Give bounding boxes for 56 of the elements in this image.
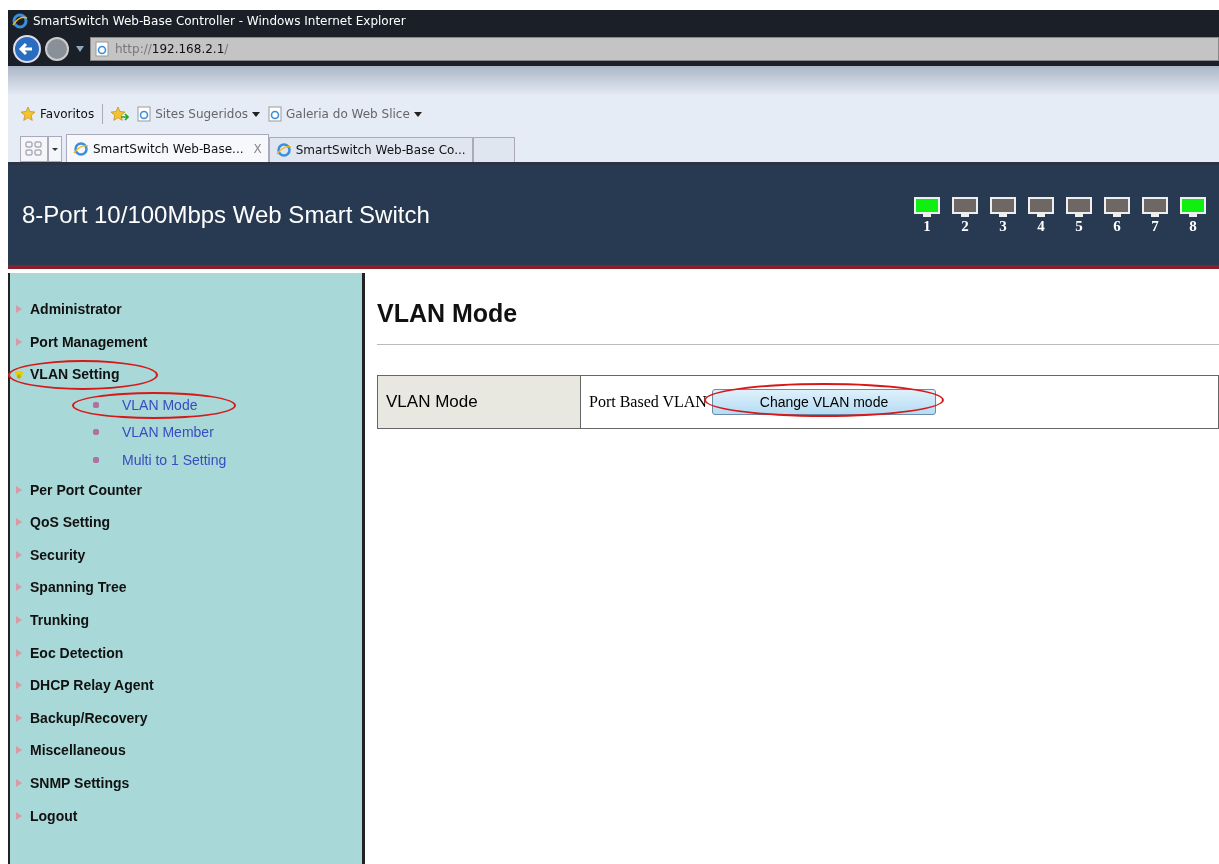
favorites-button[interactable]: Favoritos — [20, 106, 95, 122]
switch-title: 8-Port 10/100Mbps Web Smart Switch — [21, 201, 430, 229]
sidebar-item[interactable]: Backup/Recovery — [30, 709, 148, 726]
port-number: 1 — [923, 217, 931, 234]
page-icon — [268, 106, 282, 122]
port-number: 4 — [1037, 217, 1045, 234]
page-icon — [95, 41, 109, 57]
add-favorite-icon[interactable] — [111, 106, 130, 122]
forward-button[interactable] — [44, 36, 70, 62]
sidebar-item[interactable]: SNMP Settings — [30, 774, 130, 791]
port-number: 6 — [1113, 217, 1121, 234]
port-number: 8 — [1189, 217, 1197, 234]
port-number: 5 — [1075, 217, 1083, 234]
sidebar-item[interactable]: Port Management — [30, 333, 148, 350]
browser-tab[interactable]: SmartSwitch Web-Base Co... — [268, 137, 473, 162]
browser-logo-icon — [12, 13, 28, 29]
caret-icon — [252, 111, 260, 117]
favorite-link[interactable]: Galeria do Web Slice — [268, 106, 422, 122]
address-bar[interactable]: http://192.168.2.1/ — [90, 37, 1219, 61]
sidebar-item[interactable]: Spanning Tree — [30, 579, 127, 596]
sidebar-item[interactable]: QoS Setting — [30, 514, 111, 531]
quick-tabs-icon[interactable] — [20, 136, 48, 162]
sidebar-subitem[interactable]: VLAN Member — [122, 424, 214, 441]
port-number: 2 — [961, 217, 969, 234]
sidebar-item[interactable]: Logout — [30, 807, 78, 824]
page-heading: VLAN Mode — [377, 299, 519, 328]
sidebar-item[interactable]: DHCP Relay Agent — [30, 677, 154, 694]
new-tab-button[interactable] — [472, 137, 515, 162]
port-number: 7 — [1151, 217, 1159, 234]
tab-list-dropdown-icon[interactable] — [48, 136, 62, 162]
sidebar-item[interactable]: VLAN Setting — [30, 366, 120, 383]
bullet-icon — [92, 400, 100, 409]
sidebar-item[interactable]: Administrator — [30, 301, 122, 318]
port-number: 3 — [999, 217, 1007, 234]
sidebar-item[interactable]: Miscellaneous — [30, 742, 126, 759]
caret-icon — [413, 111, 422, 117]
sidebar-item[interactable]: Trunking — [30, 611, 90, 628]
sidebar-item[interactable]: Eoc Detection — [30, 644, 124, 661]
change-mode-button[interactable]: Change VLAN mode — [712, 389, 936, 415]
page-icon — [137, 106, 152, 122]
favorite-link[interactable]: Sites Sugeridos — [137, 106, 260, 122]
browser-logo-icon — [73, 140, 89, 157]
sidebar-subitem[interactable]: VLAN Mode — [122, 396, 198, 413]
back-button[interactable] — [12, 34, 42, 64]
bullet-icon — [92, 428, 100, 437]
sidebar-subitem[interactable]: Multi to 1 Setting — [122, 451, 227, 468]
table-cell: VLAN Mode — [377, 375, 581, 429]
vlan-mode-value: Port Based VLAN — [589, 392, 707, 410]
star-icon — [20, 106, 36, 122]
browser-tab[interactable]: SmartSwitch Web-Base... X — [66, 134, 269, 162]
sidebar-item[interactable]: Security — [30, 546, 86, 563]
browser-logo-icon — [275, 142, 292, 158]
bullet-icon — [92, 455, 100, 464]
window-title: SmartSwitch Web-Base Controller - Windows Internet Explorer — [33, 14, 406, 28]
history-dropdown-icon[interactable] — [76, 46, 84, 52]
sidebar-item[interactable]: Per Port Counter — [30, 481, 142, 498]
